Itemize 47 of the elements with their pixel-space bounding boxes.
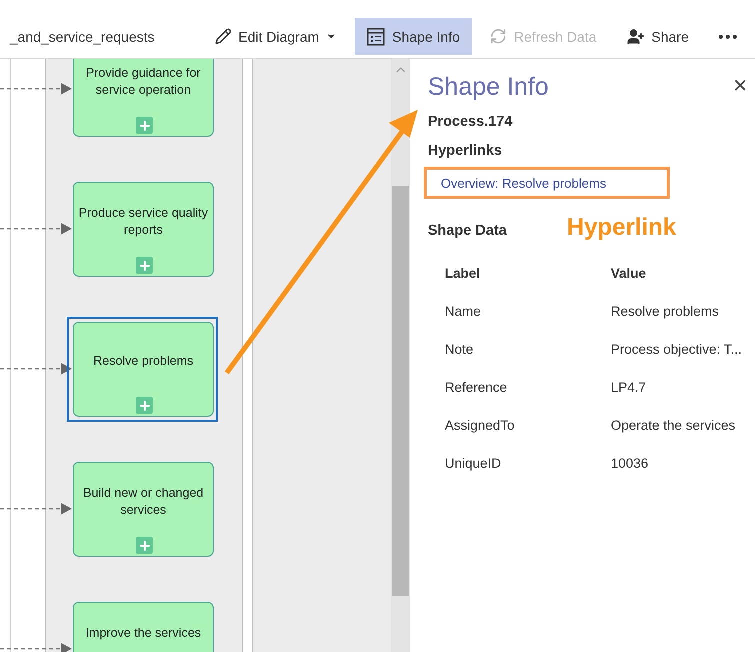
shape-name: Process.174 — [428, 114, 513, 130]
process-shape[interactable]: Provide guidance for service operation — [73, 59, 214, 137]
file-name: _and_service_requests — [10, 28, 155, 44]
expand-icon[interactable] — [136, 397, 153, 414]
section-heading: Shape Data — [428, 223, 507, 239]
shape-label: Build new or changed services — [82, 485, 205, 519]
refresh-icon — [490, 28, 508, 45]
expand-icon[interactable] — [136, 117, 153, 134]
list-icon — [367, 28, 386, 46]
shape-info-button[interactable]: Shape Info — [355, 18, 472, 55]
scrollbar-thumb[interactable] — [392, 186, 409, 596]
connector-arrow — [0, 503, 72, 515]
label-cell-text: UniqueID — [445, 455, 502, 473]
annotation-label: Hyperlink — [567, 214, 676, 242]
shape-label: Resolve problems — [92, 353, 195, 370]
add-person-icon — [626, 28, 645, 46]
value-cell-text: Operate the services — [611, 417, 737, 435]
process-shape[interactable]: Produce service quality reports — [73, 182, 214, 277]
connector-arrow — [0, 363, 72, 375]
process-shape[interactable]: Improve the services — [73, 602, 214, 652]
share-button[interactable]: Share — [614, 18, 701, 55]
more-icon — [719, 34, 737, 38]
value-cell-text: 10036 — [611, 455, 650, 473]
shape-label: Produce service quality reports — [78, 205, 210, 239]
expand-icon[interactable] — [136, 537, 153, 554]
label-cell-text: Note — [445, 341, 475, 359]
pencil-icon — [214, 28, 232, 45]
value-cell-text: LP4.7 — [611, 379, 648, 397]
label-cell-text: AssignedTo — [445, 417, 516, 435]
connector-arrow — [0, 83, 72, 95]
process-shape[interactable]: Resolve problems — [73, 322, 214, 417]
column-header: Value — [611, 265, 648, 283]
value-cell-text: Process objective: T... — [611, 341, 744, 359]
shape-label: Improve the services — [84, 625, 202, 642]
column-header: Label — [445, 265, 482, 283]
value-cell-text: Resolve problems — [611, 303, 720, 321]
label-cell-text: Name — [445, 303, 482, 321]
hyperlink[interactable]: Overview: Resolve problems — [441, 176, 606, 190]
label-cell-text: Reference — [445, 379, 508, 397]
edit-diagram-button[interactable]: Edit Diagram — [202, 18, 350, 55]
connector-arrow — [0, 223, 72, 235]
section-heading: Hyperlinks — [428, 143, 502, 159]
panel-title: Shape Info — [428, 73, 549, 102]
shape-label: Provide guidance for service operation — [85, 65, 202, 99]
connector-arrow — [0, 643, 72, 652]
expand-icon[interactable] — [136, 257, 153, 274]
process-shape[interactable]: Build new or changed services — [73, 462, 214, 557]
